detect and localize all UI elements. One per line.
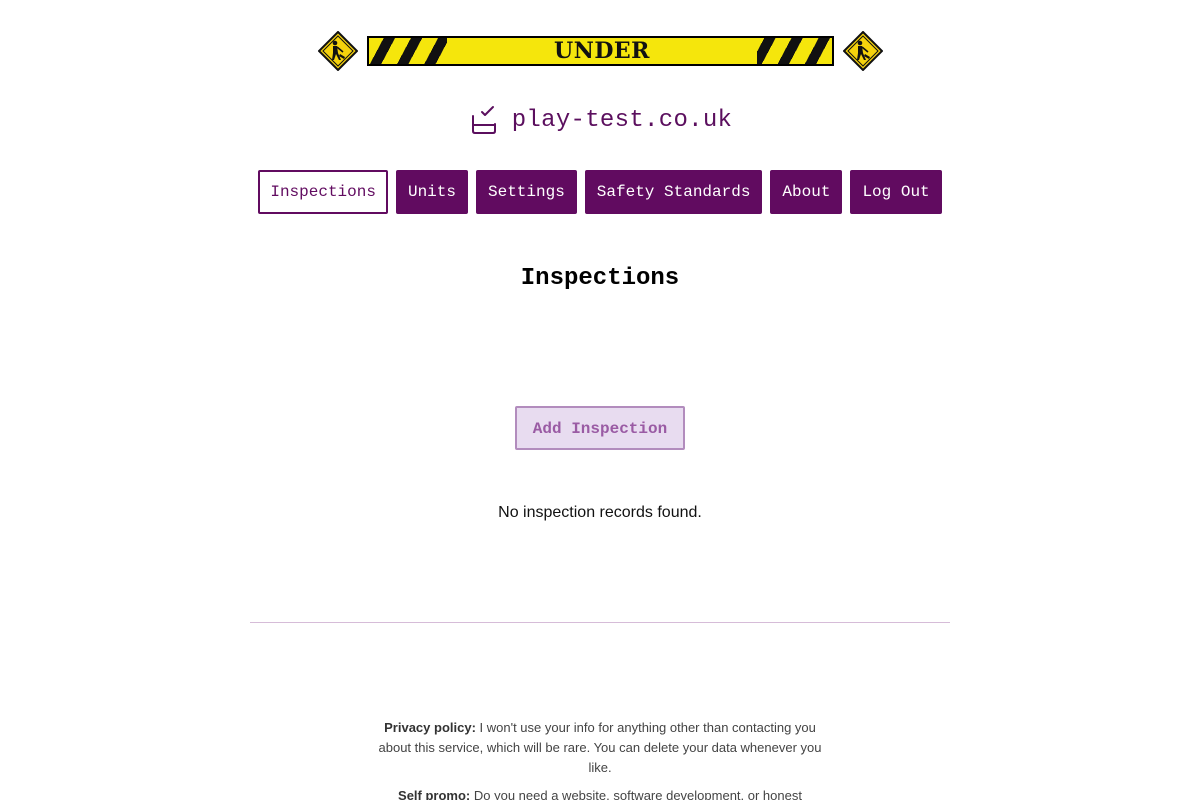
under-construction-banner: UNDER CONSTRUCTION bbox=[0, 31, 1200, 71]
nav-safety-standards-button[interactable]: Safety Standards bbox=[584, 170, 763, 214]
worker-sign-icon bbox=[318, 31, 358, 71]
nav-units-button[interactable]: Units bbox=[395, 170, 468, 214]
nav-inspections-button[interactable]: Inspections bbox=[258, 170, 388, 214]
site-name: play-test.co.uk bbox=[511, 106, 733, 134]
self-promo-text: Self promo: Do you need a website, softw… bbox=[375, 786, 825, 800]
privacy-policy-label: Privacy policy: bbox=[384, 720, 476, 735]
nav-settings-button[interactable]: Settings bbox=[475, 170, 577, 214]
add-inspection-button[interactable]: Add Inspection bbox=[515, 406, 685, 450]
worker-sign-icon bbox=[843, 31, 883, 71]
nav-about-button[interactable]: About bbox=[770, 170, 843, 214]
main-nav: Inspections Units Settings Safety Standa… bbox=[0, 170, 1200, 214]
checkbox-tray-icon bbox=[471, 106, 496, 134]
footer-divider bbox=[250, 622, 950, 623]
empty-state-message: No inspection records found. bbox=[498, 504, 702, 521]
site-brand-link[interactable]: play-test.co.uk bbox=[0, 104, 1200, 136]
nav-log-out-button[interactable]: Log Out bbox=[850, 170, 942, 214]
caution-tape: UNDER CONSTRUCTION bbox=[367, 36, 834, 66]
page-title: Inspections bbox=[520, 265, 680, 292]
self-promo-body: Do you need a website, software developm… bbox=[470, 788, 802, 800]
under-construction-text: UNDER CONSTRUCTION bbox=[447, 38, 757, 64]
privacy-policy-text: Privacy policy: I won't use your info fo… bbox=[375, 718, 825, 778]
self-promo-label: Self promo: bbox=[398, 788, 471, 800]
